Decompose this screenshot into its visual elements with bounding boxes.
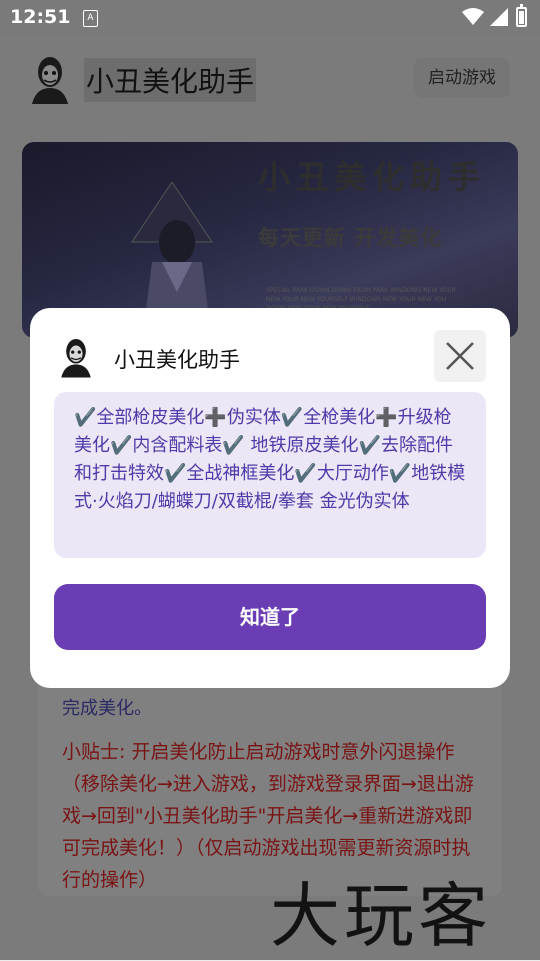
wifi-icon [462, 8, 484, 25]
dialog-title: 小丑美化助手 [114, 348, 240, 372]
notice-dialog: 小丑美化助手 ✔️全部枪皮美化➕伪实体✔️全枪美化➕升级枪美化✔️内含配料表✔️… [30, 308, 510, 688]
status-time: 12:51 [10, 6, 71, 28]
banner-title: 小丑美化助手 [258, 158, 487, 196]
cellular-signal-icon [490, 8, 508, 26]
watermark: 大玩客 [270, 875, 492, 957]
close-icon [446, 342, 474, 370]
status-bar: 12:51 A [0, 0, 540, 36]
battery-icon [516, 4, 527, 27]
dialog-message: ✔️全部枪皮美化➕伪实体✔️全枪美化➕升级枪美化✔️内含配料表✔️ 地铁原皮美化… [54, 392, 486, 558]
joker-avatar-icon [32, 57, 68, 104]
info-line: 完成美化。 [62, 698, 152, 719]
ok-button[interactable]: 知道了 [54, 584, 486, 650]
close-button[interactable] [434, 330, 486, 382]
app-title: 小丑美化助手 [84, 58, 257, 102]
notification-icon: A [83, 10, 98, 27]
banner-subtitle: 每天更新 开发美化 [258, 226, 443, 250]
joker-avatar-icon [61, 339, 91, 378]
start-game-button[interactable]: 启动游戏 [414, 58, 510, 98]
